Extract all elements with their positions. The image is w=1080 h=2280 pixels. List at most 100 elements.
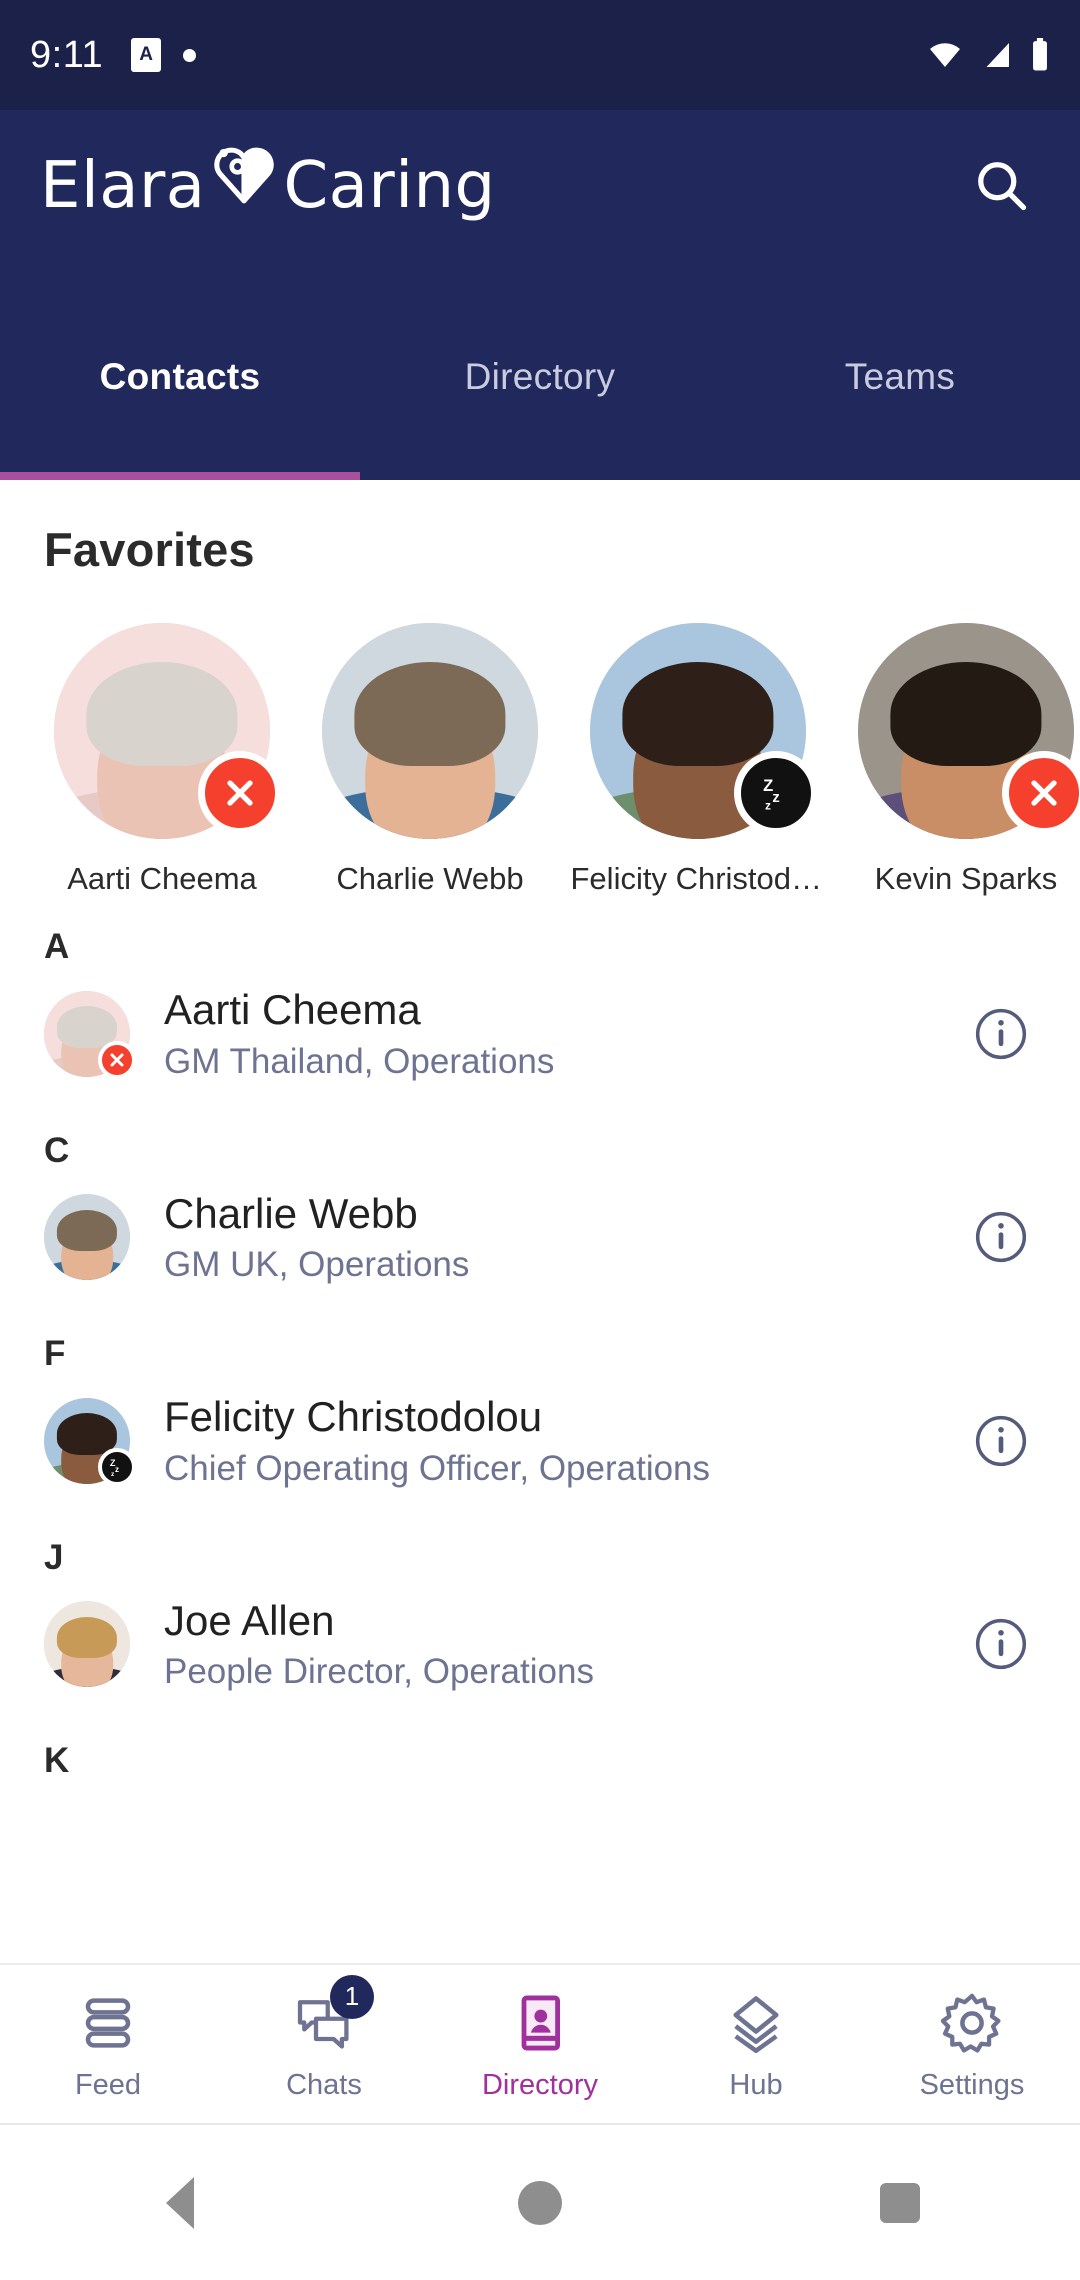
settings-gear-icon — [936, 1987, 1008, 2059]
contact-role: Chief Operating Officer, Operations — [164, 1448, 711, 1488]
contact-avatar-wrap — [44, 1601, 130, 1688]
app-notification-icon: A — [131, 38, 162, 72]
svg-text:z: z — [115, 1465, 119, 1474]
contact-role: GM Thailand, Operations — [164, 1041, 555, 1081]
favorite-item[interactable]: Aarti Cheema — [28, 623, 296, 897]
alphabet-header-c: C — [44, 1130, 70, 1170]
contact-row[interactable]: Z z z Felicity Christodolou Chief Operat… — [0, 1374, 1080, 1508]
alphabet-header-a: A — [44, 927, 70, 966]
favorite-avatar-wrap — [322, 623, 538, 839]
feed-icon — [72, 1987, 144, 2059]
info-icon[interactable] — [972, 1005, 1030, 1063]
top-tab-bar: Contacts Directory Teams — [0, 328, 1080, 480]
tab-contacts-label: Contacts — [99, 356, 261, 397]
tab-teams[interactable]: Teams — [720, 328, 1080, 480]
alphabet-header-k: K — [44, 1741, 70, 1781]
chats-icon: 1 — [288, 1974, 374, 2059]
contact-text: Aarti Cheema GM Thailand, Operations — [164, 985, 972, 1083]
heart-stethoscope-icon — [207, 136, 281, 215]
cellular-signal-icon — [986, 43, 1009, 67]
back-triangle-icon[interactable] — [0, 2176, 360, 2229]
nav-label-settings: Settings — [919, 2068, 1025, 2101]
contact-text: Felicity Christodolou Chief Operating Of… — [164, 1392, 972, 1490]
alphabet-header-j: J — [44, 1537, 64, 1577]
favorite-item[interactable]: Charlie Webb — [296, 623, 564, 897]
bottom-navigation-bar: Feed 1 Chats Directory Hub Settings — [0, 1963, 1080, 2123]
status-bar-notification-icons: A — [131, 38, 197, 72]
favorite-item[interactable]: Kevin Sparks — [832, 623, 1080, 897]
contact-avatar-wrap — [44, 990, 136, 1079]
logo-text-caring: Caring — [283, 149, 496, 223]
status-badge-away: Z z z — [734, 751, 818, 835]
nav-label-chats: Chats — [286, 2068, 362, 2101]
zzz-icon: Z z z — [763, 777, 779, 813]
contact-name: Joe Allen — [164, 1596, 335, 1644]
favorite-name: Felicity Christodol… — [570, 861, 826, 896]
contact-name: Felicity Christodolou — [164, 1393, 543, 1441]
nav-item-chats[interactable]: 1 Chats — [216, 1964, 432, 2124]
close-x-icon — [110, 1053, 124, 1067]
contact-text: Charlie Webb GM UK, Operations — [164, 1189, 972, 1287]
search-icon[interactable] — [958, 142, 1044, 228]
close-x-icon — [1031, 780, 1057, 806]
favorite-item[interactable]: Z z z Felicity Christodol… — [564, 623, 832, 897]
app-screen: 9:11 A Elara Caring Contacts Directory T… — [0, 0, 1080, 2280]
hub-icon — [720, 1987, 792, 2059]
home-circle-icon[interactable] — [360, 2180, 720, 2225]
tab-active-indicator — [0, 472, 360, 480]
avatar — [44, 1194, 130, 1281]
status-bar-system-icons — [926, 38, 1050, 72]
info-icon[interactable] — [972, 1412, 1030, 1470]
contact-role: People Director, Operations — [164, 1652, 594, 1692]
tab-contacts[interactable]: Contacts — [0, 328, 360, 480]
tab-teams-label: Teams — [844, 356, 956, 397]
tab-directory[interactable]: Directory — [360, 328, 720, 480]
nav-item-hub[interactable]: Hub — [648, 1964, 864, 2124]
favorite-name: Aarti Cheema — [67, 861, 257, 896]
contact-row[interactable]: Charlie Webb GM UK, Operations — [0, 1171, 1080, 1305]
app-header: Elara Caring — [0, 110, 1080, 328]
avatar — [44, 1601, 130, 1688]
directory-icon — [504, 1987, 576, 2059]
android-navigation-bar — [0, 2123, 1080, 2280]
nav-label-hub: Hub — [729, 2068, 783, 2101]
nav-item-directory[interactable]: Directory — [432, 1964, 648, 2124]
battery-icon — [1033, 38, 1047, 71]
contact-text: Joe Allen People Director, Operations — [164, 1596, 972, 1694]
svg-text:z: z — [765, 799, 771, 813]
contact-name: Aarti Cheema — [164, 986, 421, 1033]
contact-name: Charlie Webb — [164, 1189, 418, 1237]
contact-row[interactable]: Aarti Cheema GM Thailand, Operations — [0, 967, 1080, 1101]
contact-role: GM UK, Operations — [164, 1245, 470, 1285]
contact-avatar-wrap — [44, 1194, 130, 1281]
recents-square-icon[interactable] — [720, 2182, 1080, 2223]
favorites-heading: Favorites — [44, 523, 255, 576]
status-badge-dnd — [198, 751, 282, 835]
nav-item-feed[interactable]: Feed — [0, 1964, 216, 2124]
close-x-icon — [227, 780, 253, 806]
contacts-content: Favorites Aarti Cheema Charlie Webb Z z … — [0, 480, 1080, 1963]
wifi-icon — [930, 43, 960, 67]
status-badge-away: Z z z — [98, 1447, 136, 1486]
info-icon[interactable] — [972, 1208, 1030, 1266]
tab-directory-label: Directory — [464, 356, 616, 397]
status-bar-clock: 9:11 — [30, 33, 104, 76]
chats-unread-badge: 1 — [330, 1974, 374, 2019]
avatar — [322, 623, 538, 839]
status-badge-dnd — [98, 1040, 136, 1079]
favorite-name: Charlie Webb — [336, 861, 524, 896]
favorite-avatar-wrap: Z z z — [590, 623, 818, 839]
alphabet-header-f: F — [44, 1334, 66, 1374]
dot-icon — [183, 48, 197, 62]
nav-label-feed: Feed — [74, 2068, 142, 2101]
status-bar: 9:11 A — [0, 0, 1080, 110]
nav-item-settings[interactable]: Settings — [864, 1964, 1080, 2124]
contact-avatar-wrap: Z z z — [44, 1397, 136, 1486]
info-icon[interactable] — [972, 1615, 1030, 1673]
logo-text-elara: Elara — [40, 149, 206, 223]
favorites-row[interactable]: Aarti Cheema Charlie Webb Z z z Felicity… — [0, 577, 1080, 897]
favorite-name: Kevin Sparks — [874, 861, 1058, 896]
contact-row[interactable]: Joe Allen People Director, Operations — [0, 1578, 1080, 1712]
svg-text:z: z — [772, 790, 779, 806]
zzz-icon: Z z z — [110, 1458, 119, 1478]
